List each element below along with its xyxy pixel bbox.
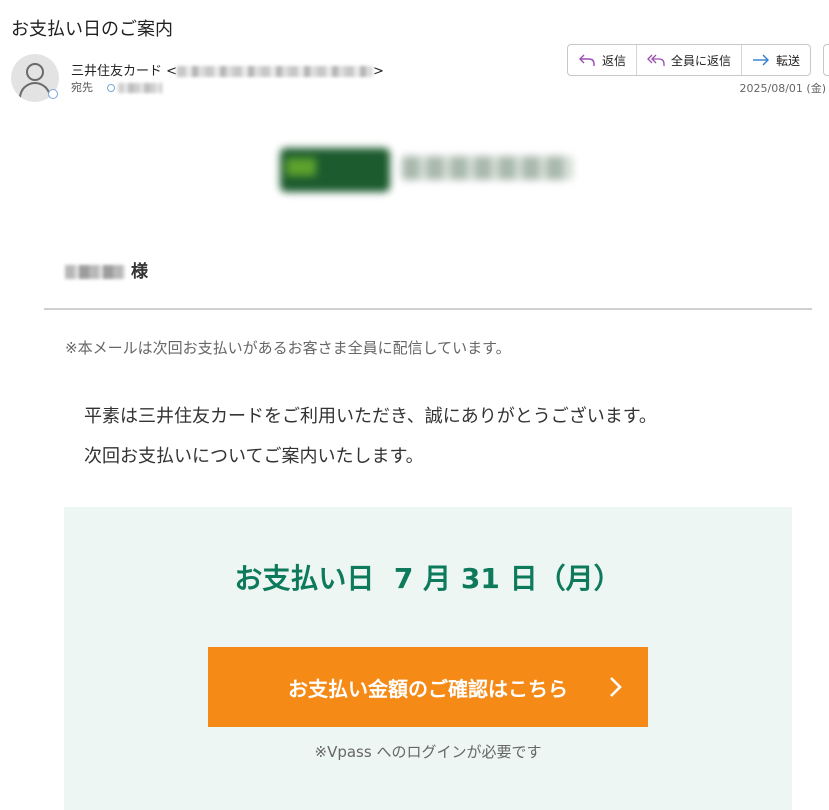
person-icon [26, 63, 44, 81]
intro-text: 次回お支払いについてご案内いたします。 [84, 446, 424, 467]
chevron-right-icon [610, 677, 622, 697]
login-required-note: ※Vpass へのログインが必要です [314, 743, 542, 761]
presence-indicator [48, 89, 58, 99]
divider [44, 308, 812, 310]
to-label: 宛先 [71, 81, 93, 94]
payment-panel: お支払い日 7 月 31 日（月） お支払い金額のご確認はこちら ※Vpass … [64, 507, 792, 810]
sender-name: 三井住友カード < [71, 64, 178, 79]
recipient-salutation: 様 [65, 257, 148, 282]
reply-all-icon [647, 54, 665, 66]
distribution-notice: ※本メールは次回お支払いがあるお客さま全員に配信しています。 [65, 339, 511, 357]
recipient-redacted[interactable] [117, 83, 162, 93]
forward-label: 転送 [776, 53, 801, 68]
recipient-line: 宛先 [71, 79, 162, 95]
forward-button[interactable]: 転送 [742, 45, 810, 75]
brand-logo [280, 146, 580, 194]
greeting-text: 平素は三井住友カードをご利用いただき、誠にありがとうございます。 [84, 406, 657, 427]
recipient-presence-indicator [106, 84, 115, 92]
received-date: 2025/08/01 (金) [739, 82, 826, 95]
recipient-name-redacted [65, 265, 125, 279]
salutation-suffix: 様 [131, 262, 148, 282]
check-amount-button[interactable]: お支払い金額のご確認はこちら [208, 647, 648, 727]
message-actions: 返信 全員に返信 転送 [567, 44, 812, 76]
reply-icon [579, 54, 595, 66]
sender-email-redacted [177, 66, 374, 77]
email-subject: お支払い日のご案内 [11, 19, 173, 40]
reply-label: 返信 [602, 53, 627, 68]
sender-line[interactable]: 三井住友カード < > [71, 60, 384, 79]
reply-all-label: 全員に返信 [671, 53, 732, 68]
forward-arrow-icon [753, 54, 770, 66]
check-amount-label: お支払い金額のご確認はこちら [288, 676, 568, 701]
payment-date-heading: お支払い日 7 月 31 日（月） [234, 562, 622, 595]
reply-button[interactable]: 返信 [568, 45, 638, 75]
reply-all-button[interactable]: 全員に返信 [637, 45, 743, 75]
sender-bracket: > [373, 64, 384, 79]
more-actions-button[interactable] [823, 44, 829, 76]
